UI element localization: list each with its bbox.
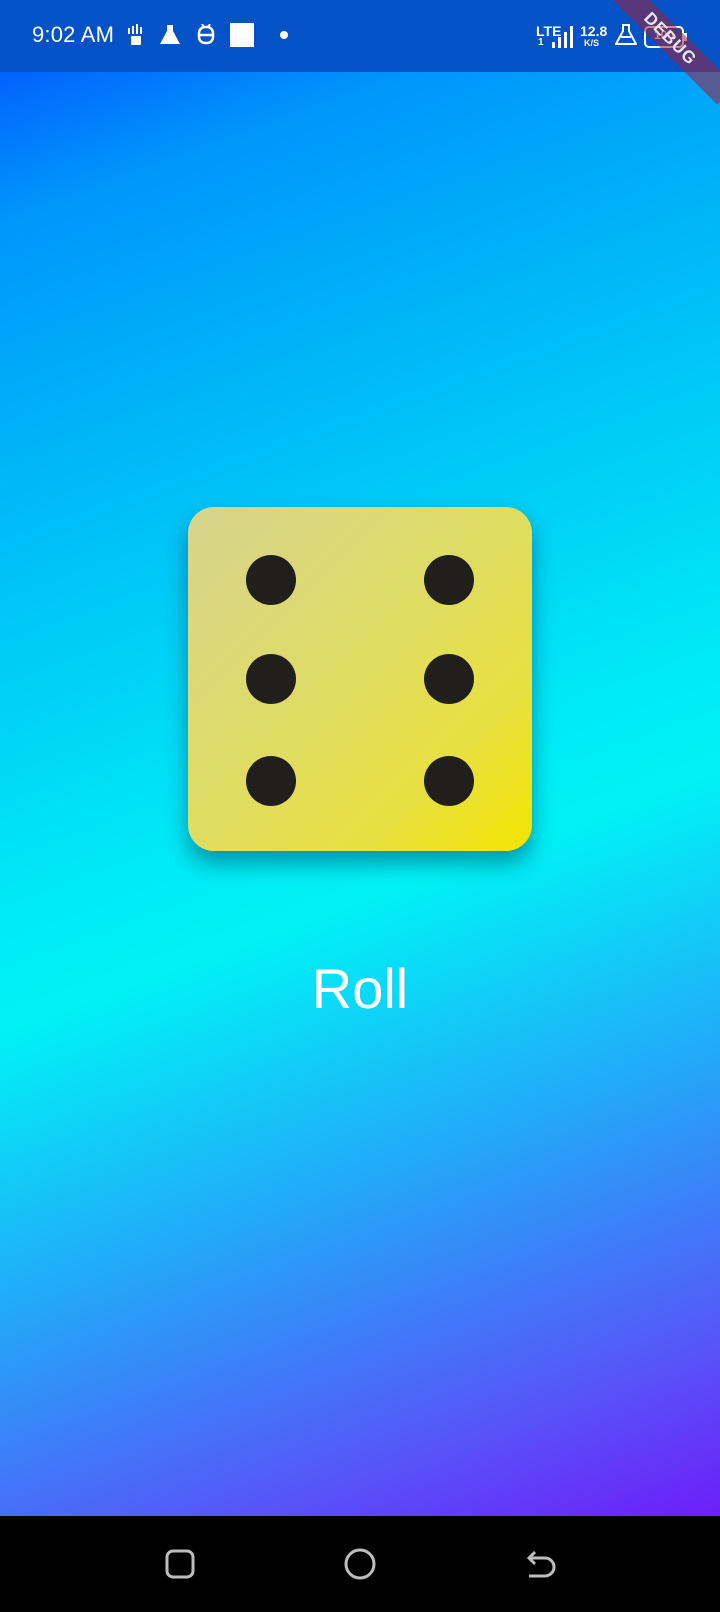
android-debug-icon	[194, 22, 218, 48]
navigation-bar	[0, 1516, 720, 1612]
roll-button[interactable]: Roll	[260, 950, 460, 1026]
status-bar: 9:02 AM LTE 1 12.8 K/S DEBUG	[0, 0, 720, 105]
home-icon[interactable]	[338, 1544, 382, 1584]
network-speed-value: 12.8	[580, 23, 608, 39]
recent-apps-icon[interactable]	[158, 1544, 202, 1584]
debug-banner: DEBUG	[604, 0, 720, 105]
dice-pip	[246, 555, 296, 605]
network-sub: 1	[538, 37, 544, 48]
dice-pip	[246, 756, 296, 806]
flask-outline-icon	[614, 22, 638, 48]
signal-icon	[550, 24, 574, 50]
dice-pip	[246, 654, 296, 704]
app-screen: 9:02 AM LTE 1 12.8 K/S DEBUG Roll	[0, 0, 720, 1612]
square-notification-icon	[230, 22, 254, 48]
network-speed-unit: K/S	[584, 38, 600, 48]
dice-pip	[424, 654, 474, 704]
sim-card-icon	[124, 22, 148, 48]
dice-pip	[424, 756, 474, 806]
flask-icon	[158, 22, 182, 48]
status-time: 9:02 AM	[32, 22, 115, 47]
back-icon[interactable]	[518, 1544, 562, 1584]
dot-icon	[272, 22, 296, 48]
dice-face[interactable]	[188, 507, 532, 851]
dice-pip	[424, 555, 474, 605]
